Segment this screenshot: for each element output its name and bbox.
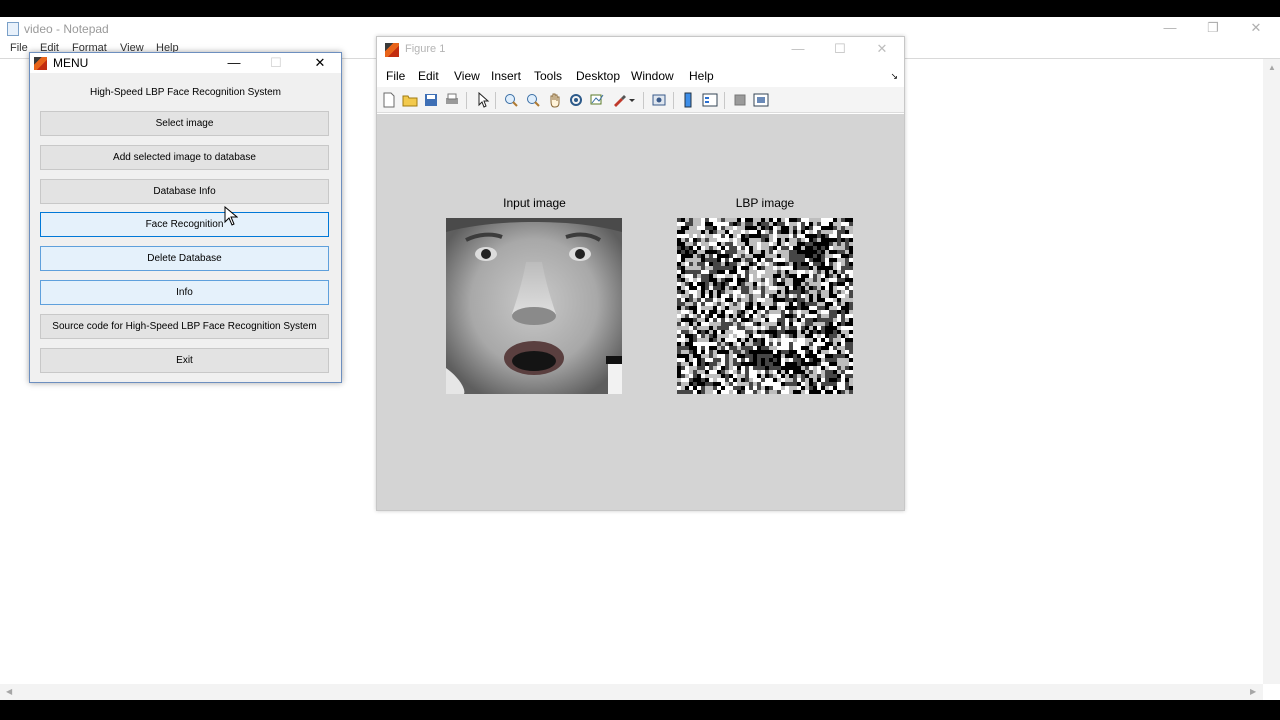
menu-window: MENU — ☐ ✕ High-Speed LBP Face Recogniti… bbox=[29, 52, 342, 383]
save-icon[interactable] bbox=[423, 92, 439, 108]
colorbar-icon[interactable] bbox=[680, 92, 696, 108]
exit-button[interactable]: Exit bbox=[40, 348, 329, 373]
figure-window-title: Figure 1 bbox=[405, 43, 446, 55]
figure-menu-window[interactable]: Window bbox=[631, 69, 674, 83]
brush-icon[interactable] bbox=[611, 92, 627, 108]
scroll-left-icon[interactable]: ◀ bbox=[6, 687, 12, 696]
notepad-restore-button[interactable]: ❐ bbox=[1191, 17, 1235, 41]
dock-figure-icon[interactable]: ↘ bbox=[890, 71, 898, 82]
toolbar-separator bbox=[495, 92, 496, 109]
scroll-up-icon[interactable]: ▲ bbox=[1268, 63, 1276, 72]
menu-body: High-Speed LBP Face Recognition System S… bbox=[30, 73, 341, 382]
pointer-icon[interactable] bbox=[475, 92, 491, 108]
toolbar-separator bbox=[724, 92, 725, 109]
toolbar-separator bbox=[643, 92, 644, 109]
letterbox-top bbox=[0, 0, 1280, 17]
notepad-title: video - Notepad bbox=[24, 22, 109, 36]
open-file-icon[interactable] bbox=[402, 92, 418, 108]
rotate-icon[interactable] bbox=[568, 92, 584, 108]
new-figure-icon[interactable] bbox=[381, 92, 397, 108]
notepad-horizontal-scrollbar[interactable]: ◀ ▶ bbox=[0, 684, 1263, 700]
notepad-menu-file[interactable]: File bbox=[10, 42, 28, 54]
menu-maximize-button[interactable]: ☐ bbox=[256, 53, 296, 73]
lbp-image bbox=[677, 218, 853, 394]
link-plot-icon[interactable] bbox=[651, 92, 667, 108]
figure-canvas: Input image LBP image bbox=[377, 114, 904, 510]
menu-minimize-button[interactable]: — bbox=[214, 53, 254, 73]
figure-menubar: File Edit View Insert Tools Desktop Wind… bbox=[377, 66, 904, 86]
face-recognition-button[interactable]: Face Recognition bbox=[40, 212, 329, 237]
notepad-vertical-scrollbar[interactable]: ▲ bbox=[1263, 59, 1280, 684]
select-image-button[interactable]: Select image bbox=[40, 111, 329, 136]
menu-titlebar[interactable]: MENU — ☐ ✕ bbox=[30, 53, 341, 73]
notepad-minimize-button[interactable]: — bbox=[1148, 17, 1192, 41]
figure-minimize-button[interactable]: — bbox=[777, 38, 819, 62]
figure-menu-edit[interactable]: Edit bbox=[418, 69, 439, 83]
figure-menu-view[interactable]: View bbox=[454, 69, 480, 83]
chevron-down-icon[interactable] bbox=[627, 92, 637, 108]
hide-plot-tools-icon[interactable] bbox=[732, 92, 748, 108]
menu-close-button[interactable]: ✕ bbox=[300, 53, 340, 73]
mouse-cursor-icon bbox=[224, 206, 238, 226]
notepad-icon bbox=[7, 22, 19, 36]
matlab-icon bbox=[385, 43, 399, 57]
legend-icon[interactable] bbox=[702, 92, 718, 108]
database-info-button[interactable]: Database Info bbox=[40, 179, 329, 204]
source-code-button[interactable]: Source code for High-Speed LBP Face Reco… bbox=[40, 314, 329, 339]
figure-menu-insert[interactable]: Insert bbox=[491, 69, 521, 83]
toolbar-separator bbox=[466, 92, 467, 109]
figure-titlebar[interactable]: Figure 1 — ☐ ✕ bbox=[377, 37, 904, 63]
figure-menu-tools[interactable]: Tools bbox=[534, 69, 562, 83]
data-cursor-icon[interactable] bbox=[589, 92, 605, 108]
figure-maximize-button[interactable]: ☐ bbox=[819, 38, 861, 62]
figure-menu-help[interactable]: Help bbox=[689, 69, 714, 83]
letterbox-bottom bbox=[0, 700, 1280, 720]
menu-window-title: MENU bbox=[53, 56, 89, 70]
input-image bbox=[446, 218, 622, 394]
add-to-database-button[interactable]: Add selected image to database bbox=[40, 145, 329, 170]
figure-menu-desktop[interactable]: Desktop bbox=[576, 69, 620, 83]
show-plot-tools-icon[interactable] bbox=[753, 92, 769, 108]
figure-menu-file[interactable]: File bbox=[386, 69, 405, 83]
print-icon[interactable] bbox=[444, 92, 460, 108]
figure-close-button[interactable]: ✕ bbox=[861, 38, 903, 62]
matlab-icon bbox=[34, 57, 47, 70]
notepad-close-button[interactable]: ✕ bbox=[1234, 17, 1278, 41]
delete-database-button[interactable]: Delete Database bbox=[40, 246, 329, 271]
pan-icon[interactable] bbox=[547, 92, 563, 108]
figure-window: Figure 1 — ☐ ✕ File Edit View Insert Too… bbox=[376, 36, 905, 511]
lbp-image-title: LBP image bbox=[735, 196, 795, 210]
figure-toolbar bbox=[377, 87, 904, 113]
zoom-out-icon[interactable] bbox=[525, 92, 541, 108]
input-image-title: Input image bbox=[503, 196, 566, 210]
toolbar-separator bbox=[673, 92, 674, 109]
info-button[interactable]: Info bbox=[40, 280, 329, 305]
zoom-in-icon[interactable] bbox=[503, 92, 519, 108]
scroll-right-icon[interactable]: ▶ bbox=[1250, 687, 1256, 696]
menu-heading: High-Speed LBP Face Recognition System bbox=[89, 87, 282, 98]
